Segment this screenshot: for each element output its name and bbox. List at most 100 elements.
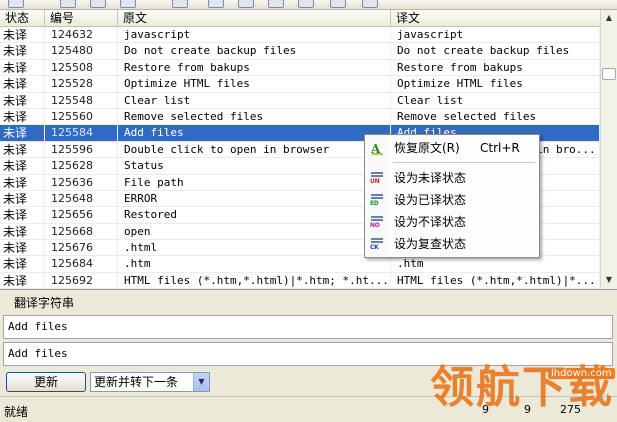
cell-translation: javascript (391, 27, 600, 43)
cell-id: 125676 (45, 240, 118, 256)
scroll-thumb[interactable] (602, 68, 616, 80)
table-row[interactable]: 未译 125548 Clear list Clear list (0, 92, 600, 109)
cell-status: 未译 (0, 125, 45, 141)
scroll-up-arrow-icon[interactable]: ▲ (601, 10, 617, 26)
cell-status: 未译 (0, 174, 45, 190)
menu-item-set-translated[interactable]: ED 设为已译状态 (365, 190, 539, 211)
cell-translation: HTML files (*.htm,*.html)|*... (391, 272, 600, 289)
watermark-url: lhdown.com (548, 368, 615, 379)
cell-id: 125528 (45, 76, 118, 92)
cell-id: 125508 (45, 59, 118, 76)
update-next-dropdown[interactable]: 更新并转下一条 ▼ (90, 372, 210, 392)
toolbar-export-icon[interactable] (90, 0, 106, 8)
cell-translation: Clear list (391, 92, 600, 108)
toolbar-import-icon[interactable] (120, 0, 136, 8)
column-header-status[interactable]: 状态 (0, 10, 45, 27)
cell-status: 未译 (0, 59, 45, 76)
cell-status: 未译 (0, 158, 45, 174)
vertical-scrollbar[interactable]: ▲ ▼ (600, 10, 617, 289)
editor-caption: 翻译字符串 (14, 296, 75, 310)
table-row[interactable]: 未译 125684 .htm .htm (0, 256, 600, 273)
menu-separator (393, 162, 535, 163)
chevron-down-icon[interactable]: ▼ (193, 373, 209, 391)
cell-source: Restore from bakups (118, 59, 391, 76)
table-row[interactable]: 未译 125692 HTML files (*.htm,*.html)|*.htm;… (0, 272, 600, 289)
update-button[interactable]: 更新 (6, 372, 86, 392)
cell-status: 未译 (0, 108, 45, 125)
menu-item-set-review[interactable]: CK 设为复查状态 (365, 234, 539, 255)
cell-status: 未译 (0, 76, 45, 92)
cell-source: .html (118, 240, 391, 256)
cell-source: File path (118, 174, 391, 190)
cell-source: .htm (118, 256, 391, 272)
menu-item-label: 设为不译状态 (394, 215, 467, 229)
grid-header: 状态 编号 原文 译文 (0, 10, 600, 27)
toolbar-translate-icon[interactable] (172, 0, 188, 8)
table-row[interactable]: 未译 125528 Optimize HTML files Optimize HTML… (0, 76, 600, 93)
menu-item-set-untranslated[interactable]: UN 设为未译状态 (365, 168, 539, 189)
menu-item-label: 设为复查状态 (394, 237, 467, 251)
toolbar-window-icon[interactable] (330, 0, 346, 8)
menu-item-set-no-translate[interactable]: NO 设为不译状态 (365, 212, 539, 233)
toolbar-help-icon[interactable] (362, 0, 378, 8)
cell-id: 125628 (45, 158, 118, 174)
toolbar-align-icon[interactable] (298, 0, 314, 8)
column-header-id[interactable]: 编号 (45, 10, 118, 27)
cell-translation: Optimize HTML files (391, 76, 600, 92)
menu-item-label: 恢复原文(R) (394, 141, 460, 155)
cell-id: 125548 (45, 92, 118, 108)
cell-source: Optimize HTML files (118, 76, 391, 92)
cell-id: 125692 (45, 272, 118, 289)
menu-item-shortcut: Ctrl+R (480, 141, 520, 155)
cell-id: 125596 (45, 141, 118, 158)
cell-source: Clear list (118, 92, 391, 108)
toolbar-list-icon[interactable] (268, 0, 284, 8)
cell-id: 125648 (45, 190, 118, 207)
cell-source: Add files (118, 125, 391, 141)
cell-translation: .htm (391, 256, 600, 272)
cell-id: 125684 (45, 256, 118, 272)
cell-status: 未译 (0, 92, 45, 108)
scroll-down-arrow-icon[interactable]: ▼ (601, 272, 617, 288)
cell-status: 未译 (0, 207, 45, 223)
source-text-box[interactable]: Add files (3, 315, 613, 339)
column-header-translation[interactable]: 译文 (391, 10, 600, 27)
cell-status: 未译 (0, 240, 45, 256)
column-header-source[interactable]: 原文 (118, 10, 391, 27)
cell-source: ERROR (118, 190, 391, 207)
cell-status: 未译 (0, 43, 45, 59)
cell-status: 未译 (0, 223, 45, 240)
table-row[interactable]: 未译 124632 javascript javascript (0, 27, 600, 44)
update-next-value: 更新并转下一条 (94, 375, 179, 389)
toolbar-save-icon[interactable] (60, 0, 76, 8)
status-text: 就绪 (4, 405, 29, 419)
cell-source: Remove selected files (118, 108, 391, 125)
cell-id: 125480 (45, 43, 118, 59)
cell-status: 未译 (0, 256, 45, 272)
toolbar-grid-icon[interactable] (238, 0, 254, 8)
cell-source: Double click to open in browser (118, 141, 391, 158)
cell-translation: Restore from bakups (391, 59, 600, 76)
cell-translation: Remove selected files (391, 108, 600, 125)
cell-status: 未译 (0, 272, 45, 289)
cell-source: javascript (118, 27, 391, 43)
menu-item-restore-source[interactable]: A 恢复原文(R) Ctrl+R (365, 138, 539, 159)
cell-source: HTML files (*.htm,*.html)|*.htm; *.ht... (118, 272, 391, 289)
table-row[interactable]: 未译 125480 Do not create backup files Do not… (0, 43, 600, 60)
cell-status: 未译 (0, 27, 45, 43)
restore-icon: A (370, 141, 385, 156)
cell-id: 125584 (45, 125, 118, 141)
cell-id: 125636 (45, 174, 118, 190)
cell-status: 未译 (0, 141, 45, 158)
cell-translation: Do not create backup files (391, 43, 600, 59)
cell-id: 125656 (45, 207, 118, 223)
menu-item-label: 设为未译状态 (394, 171, 467, 185)
cell-source: open (118, 223, 391, 240)
cell-id: 125560 (45, 108, 118, 125)
menu-item-label: 设为已译状态 (394, 193, 467, 207)
toolbar-down-icon[interactable] (208, 0, 224, 8)
table-row[interactable]: 未译 125560 Remove selected files Remove sele… (0, 108, 600, 126)
toolbar-open-icon[interactable] (8, 0, 24, 8)
table-row[interactable]: 未译 125508 Restore from bakups Restore from … (0, 59, 600, 77)
cell-id: 124632 (45, 27, 118, 43)
